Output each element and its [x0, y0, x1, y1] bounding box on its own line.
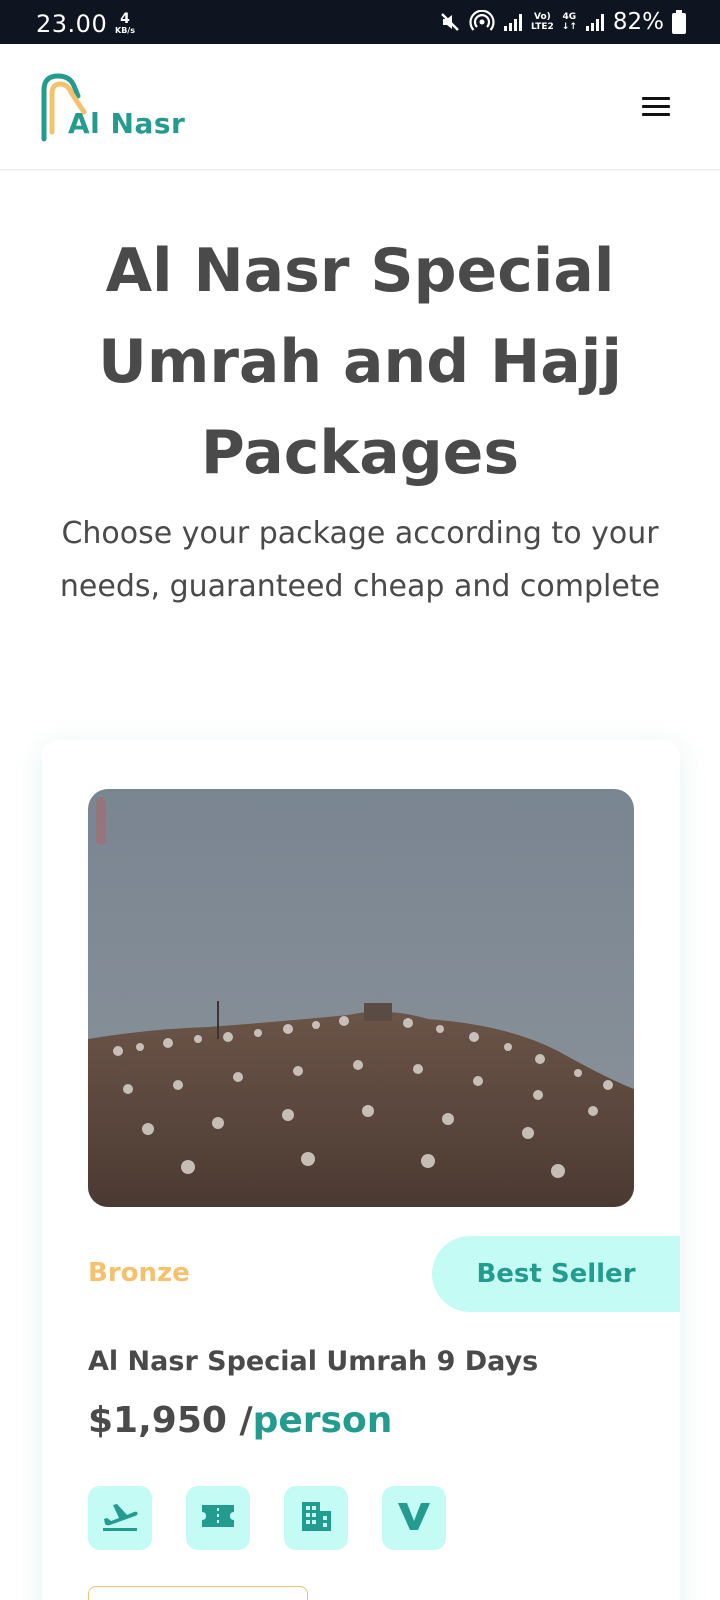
hamburger-menu-icon-bar [642, 112, 670, 116]
package-features [88, 1486, 446, 1550]
package-price-amount: $1,950 / [88, 1400, 253, 1441]
package-image [88, 789, 634, 1207]
site-header: Al Nasr [0, 44, 720, 170]
hamburger-menu-icon-bar [642, 96, 670, 100]
page-subtitle: Choose your package according to your ne… [59, 516, 661, 604]
hamburger-menu-icon-bar [642, 104, 670, 108]
feature-hotel [284, 1486, 348, 1550]
signal-icon-2 [585, 12, 605, 32]
network-speed: 4 KB/s [110, 12, 140, 35]
battery-percent: 82% [612, 9, 664, 35]
hamburger-menu-button[interactable] [636, 86, 676, 126]
hotspot-icon [469, 10, 495, 34]
package-price-unit: person [252, 1400, 393, 1441]
feature-flight [88, 1486, 152, 1550]
signal-icon [503, 12, 523, 32]
volte-label-bottom: LTE2 [530, 22, 554, 32]
logo[interactable]: Al Nasr [40, 72, 190, 142]
visa-v-icon [396, 1500, 432, 1536]
status-icons: Vo) LTE2 4G ↓↑ 82% [439, 8, 686, 36]
network-type: 4G ↓↑ [562, 12, 577, 32]
ticket-icon [200, 1501, 236, 1535]
network-speed-unit: KB/s [115, 26, 135, 35]
airplane-departure-icon [101, 1499, 139, 1537]
status-time: 23.00 [36, 10, 108, 38]
data-arrows-icon: ↓↑ [561, 22, 577, 32]
volte-label: Vo) LTE2 [531, 12, 554, 32]
best-seller-badge: Best Seller [432, 1236, 680, 1312]
hotel-building-icon [299, 1499, 333, 1537]
package-action-button[interactable] [88, 1586, 308, 1600]
mute-icon [439, 11, 461, 33]
network-speed-value: 4 [120, 11, 130, 27]
package-price: $1,950 /person [88, 1400, 392, 1441]
package-card[interactable]: Bronze Best Seller Al Nasr Special Umrah… [42, 740, 680, 1600]
network-type-label: 4G [562, 12, 577, 22]
package-tier-label: Bronze [88, 1258, 190, 1288]
page-title: Al Nasr Special Umrah and Hajj Packages [98, 236, 622, 488]
volte-label-top: Vo) [533, 12, 551, 22]
pilgrims-photo-illustration [88, 789, 634, 1207]
status-bar: 23.00 4 KB/s Vo) LTE2 4G ↓↑ 82% [0, 0, 720, 44]
package-name[interactable]: Al Nasr Special Umrah 9 Days [88, 1346, 538, 1377]
feature-visa [382, 1486, 446, 1550]
logo-text: Al Nasr [68, 107, 186, 140]
feature-ticket [186, 1486, 250, 1550]
battery-icon [672, 10, 686, 34]
